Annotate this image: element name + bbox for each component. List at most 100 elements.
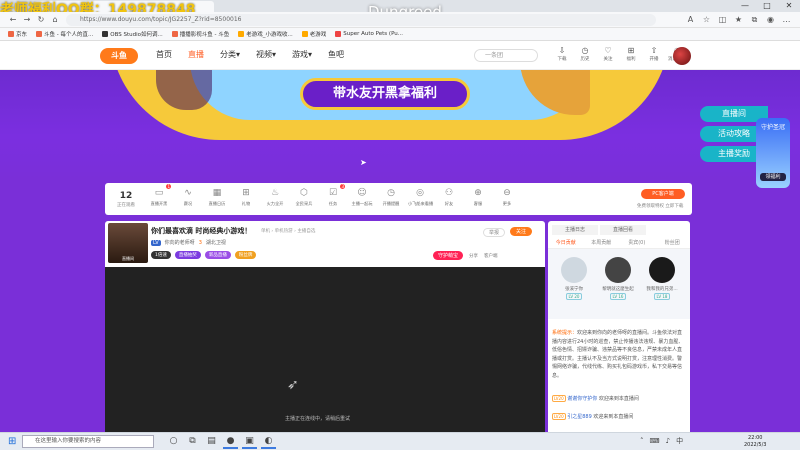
promo-badge[interactable]: 守护圣冠 领福利 — [756, 118, 790, 188]
pc-client-button[interactable]: PC客户端 — [641, 189, 685, 199]
favorite-icon[interactable]: ☆ — [701, 14, 712, 26]
bookmark-item[interactable]: 老游戏 — [301, 30, 326, 38]
game-icon[interactable]: ▣ — [242, 434, 257, 449]
taskbar-clock[interactable]: 22:00 2022/5/3 — [744, 435, 766, 449]
tab-today[interactable]: 今日贡献 — [548, 238, 584, 248]
report-button[interactable]: 举报 — [483, 228, 506, 237]
toolbar-item[interactable]: ☺ 主播一起玩 — [350, 187, 374, 207]
chip-new[interactable]: 新品直播 — [204, 251, 231, 259]
header-history[interactable]: ◷ 历史 — [575, 46, 595, 62]
toolbar-item[interactable]: ⚇ 好友 — [437, 187, 461, 207]
header-follow[interactable]: ♡ 关注 — [598, 46, 618, 62]
share-button[interactable]: 分享 — [469, 253, 478, 259]
url-input[interactable]: https://www.douyu.com/topic/JG2257_Z?rid… — [66, 14, 656, 26]
video-status-text: 主播正在连线中，请稍后重试 — [285, 416, 351, 422]
header-download[interactable]: ⇩ 下载 — [552, 46, 572, 62]
pc-client-subtext: 免费领取特权 立即下载 — [637, 204, 684, 209]
bookmark-item[interactable]: 斗鱼 - 每个人的直... — [36, 30, 93, 38]
site-search-input[interactable]: 一条团 — [474, 49, 538, 62]
minimize-button[interactable]: — — [734, 0, 756, 12]
client-button[interactable]: 客户端 — [484, 253, 498, 259]
reload-icon[interactable]: ↻ — [36, 14, 46, 26]
avatar — [605, 257, 631, 283]
toolbar-item-label: 直播开黑 — [150, 201, 168, 206]
chip-lottery[interactable]: 直播抽奖 — [174, 251, 201, 259]
home-icon[interactable]: ⌂ — [50, 14, 60, 26]
rank-item[interactable]: 黎明就这麽生起 LV 16 — [600, 257, 636, 300]
maximize-button[interactable]: □ — [756, 0, 778, 12]
volume-icon[interactable]: ♪ — [666, 435, 670, 448]
collections-icon[interactable]: ⧉ — [749, 14, 760, 26]
favorites-list-icon[interactable]: ★ — [733, 14, 744, 26]
banner-headline[interactable]: 带水友开黑拿福利 — [300, 78, 470, 110]
douyu-logo[interactable]: 斗鱼 — [100, 48, 138, 64]
close-button[interactable]: ✕ — [778, 0, 800, 12]
chevron-up-icon[interactable]: ˄ — [640, 435, 644, 448]
bookmark-item[interactable]: Super Auto Pets (Pu... — [335, 31, 403, 37]
toolbar-item[interactable]: ◷ 开播提醒 — [379, 187, 403, 207]
nav-video[interactable]: 视频▾ — [256, 48, 276, 62]
toolbar-item[interactable]: ⬡ 全民采兵 — [292, 187, 316, 207]
rank-item[interactable]: 张溪宁你 LV 20 — [556, 257, 592, 300]
toolbar-item[interactable]: ▭ 直播开黑 1 — [147, 184, 171, 207]
toolbar-item[interactable]: ♨ 火力全开 — [263, 187, 287, 207]
avatar[interactable] — [673, 47, 691, 65]
ime-icon[interactable]: 中 — [676, 435, 683, 448]
header-broadcast[interactable]: ⇧ 开播 — [644, 46, 664, 62]
network-icon[interactable]: ⌨ — [650, 435, 660, 448]
toolbar-item[interactable]: ∿ 赛况 — [176, 187, 200, 207]
chat-user[interactable]: 谢谢你守护你 — [567, 396, 597, 402]
nav-games[interactable]: 游戏▾ — [292, 48, 312, 62]
taskbar-search-input[interactable]: 在这里输入你要搜索的内容 — [22, 435, 154, 448]
bookmark-item[interactable]: 老游戏_小游戏收... — [238, 30, 293, 38]
room-toolbar: 12 正在观看 ▭ 直播开黑 1 ∿ 赛况 ▦ 直播日历 ⊞ 礼物 ♨ 火力全开 ⬡ 全民采兵 ☑ 任务 3 ☺ 主… — [105, 183, 692, 215]
nav-fishbar[interactable]: 鱼吧 — [328, 48, 344, 62]
room-thumbnail-label: 直播间 — [122, 256, 134, 261]
window-controls: — □ ✕ — [734, 0, 800, 12]
toolbar-item[interactable]: ⊞ 礼物 — [234, 187, 258, 207]
nav-live[interactable]: 直播 — [188, 48, 204, 62]
tab-vip[interactable]: 贵宾(0) — [619, 238, 655, 248]
back-icon[interactable]: ← — [8, 14, 18, 26]
profile-icon[interactable]: ◉ — [765, 14, 776, 26]
tab-week[interactable]: 本周贡献 — [584, 238, 620, 248]
bookmark-item[interactable]: 京东 — [8, 30, 27, 38]
forward-icon[interactable]: → — [22, 14, 32, 26]
bookmark-item[interactable]: 播播影视斗鱼 - 斗鱼 — [171, 30, 229, 38]
toolbar-item-label: 小飞船来看播 — [408, 201, 434, 206]
rank-item[interactable]: 我和我的兄弟... LV 18 — [644, 257, 680, 300]
header-welfare[interactable]: ⊞ 福利 — [621, 46, 641, 62]
read-aloud-icon[interactable]: A — [685, 14, 696, 26]
bookmark-item[interactable]: OBS Studio如何调... — [102, 30, 163, 38]
nav-home[interactable]: 首页 — [156, 48, 172, 62]
toolbar-item[interactable]: ⊖ 更多 — [495, 187, 519, 207]
follow-button[interactable]: 关注 — [510, 227, 533, 236]
task-view-icon[interactable]: ⧉ — [185, 434, 200, 449]
more-icon[interactable]: … — [781, 14, 792, 26]
tab-fans[interactable]: 粉丝团 — [655, 238, 691, 248]
chat-user[interactable]: 引之星889 — [567, 414, 592, 420]
toolbar-item[interactable]: ▦ 直播日历 — [205, 187, 229, 207]
chip-fans[interactable]: 粉丝牌 — [234, 251, 257, 259]
windows-start-icon[interactable]: ⊞ — [8, 436, 16, 448]
room-tools: 守护萌宝 分享 客户端 — [433, 251, 498, 260]
guard-button[interactable]: 守护萌宝 — [433, 251, 464, 260]
main-nav: 首页 直播 分类▾ 视频▾ 游戏▾ 鱼吧 — [156, 48, 344, 62]
toolbar-item[interactable]: ◎ 小飞船来看播 — [408, 187, 434, 207]
video-player[interactable]: ➶ 主播正在连线中，请稍后重试 — [105, 267, 545, 436]
toolbar-item[interactable]: ☑ 任务 3 — [321, 184, 345, 207]
promo-badge-title: 守护圣冠 — [760, 124, 785, 131]
tab-anchor-log[interactable]: 主播日志 — [552, 225, 598, 235]
owner-name[interactable]: 你向的老师呀 — [165, 239, 195, 246]
edge-icon[interactable]: ◐ — [261, 434, 276, 449]
toolbar-item[interactable]: ⊕ 客服 — [466, 187, 490, 207]
address-bar-row: ← → ↻ ⌂ https://www.douyu.com/topic/JG22… — [0, 12, 800, 28]
tab-replay[interactable]: 直播回看 — [600, 225, 646, 235]
chip-speed[interactable]: 1倍速 — [151, 251, 171, 259]
split-screen-icon[interactable]: ◫ — [717, 14, 728, 26]
room-category[interactable]: 单机 › 单机热游 › 主播自选 — [261, 228, 315, 234]
file-explorer-icon[interactable]: ▤ — [204, 434, 219, 449]
nav-category[interactable]: 分类▾ — [220, 48, 240, 62]
cortana-icon[interactable]: ○ — [166, 434, 181, 449]
obs-icon[interactable]: ● — [223, 434, 238, 449]
